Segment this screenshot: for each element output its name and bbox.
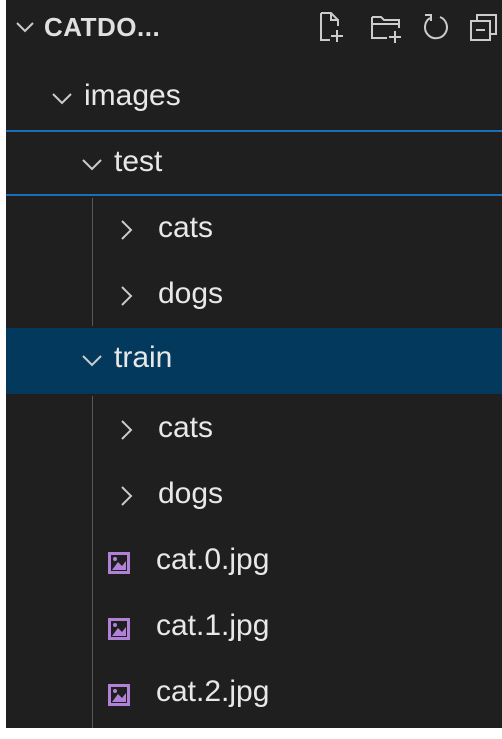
chevron-right-icon (114, 484, 138, 508)
tree-item-test-dogs[interactable]: dogs (6, 264, 502, 330)
tree-item-file[interactable]: cat.0.jpg (6, 530, 502, 596)
chevron-right-icon (114, 418, 138, 442)
tree-item-label: dogs (158, 477, 224, 510)
tree-item-label: cats (158, 211, 214, 244)
tree-item-label: cat.1.jpg (156, 609, 270, 642)
workspace-title: CATDO... (44, 12, 161, 42)
tree-item-label: dogs (158, 277, 224, 310)
refresh-icon[interactable] (418, 9, 454, 45)
chevron-down-icon (80, 152, 104, 176)
explorer-header[interactable]: CATDO... (6, 0, 502, 66)
chevron-down-icon (50, 86, 74, 110)
new-file-icon[interactable] (312, 9, 348, 45)
tree-item-label: train (114, 341, 173, 374)
image-file-icon (106, 682, 132, 708)
tree-item-label: cat.2.jpg (156, 675, 270, 708)
tree-item-file[interactable]: cat.1.jpg (6, 596, 502, 662)
collapse-all-icon[interactable] (466, 9, 502, 45)
tree-item-test-cats[interactable]: cats (6, 198, 502, 264)
chevron-down-icon[interactable] (14, 16, 36, 38)
chevron-right-icon (114, 284, 138, 308)
image-file-icon (106, 616, 132, 642)
tree-item-train-cats[interactable]: cats (6, 398, 502, 464)
tree-item-test[interactable]: test (6, 132, 502, 198)
tree-item-label: test (114, 145, 163, 178)
tree-item-label: cat.0.jpg (156, 543, 270, 576)
tree-item-train-dogs[interactable]: dogs (6, 464, 502, 530)
chevron-right-icon (114, 218, 138, 242)
image-file-icon (106, 550, 132, 576)
tree-item-train[interactable]: train (6, 328, 502, 394)
tree-item-file[interactable]: cat.2.jpg (6, 662, 502, 728)
chevron-down-icon (80, 348, 104, 372)
focus-divider (6, 194, 502, 196)
tree-item-images[interactable]: images (6, 66, 502, 132)
explorer-panel: CATDO... images test cats dogs train cat… (6, 0, 502, 728)
tree-item-label: images (84, 79, 181, 112)
new-folder-icon[interactable] (368, 9, 404, 45)
tree-item-label: cats (158, 411, 214, 444)
